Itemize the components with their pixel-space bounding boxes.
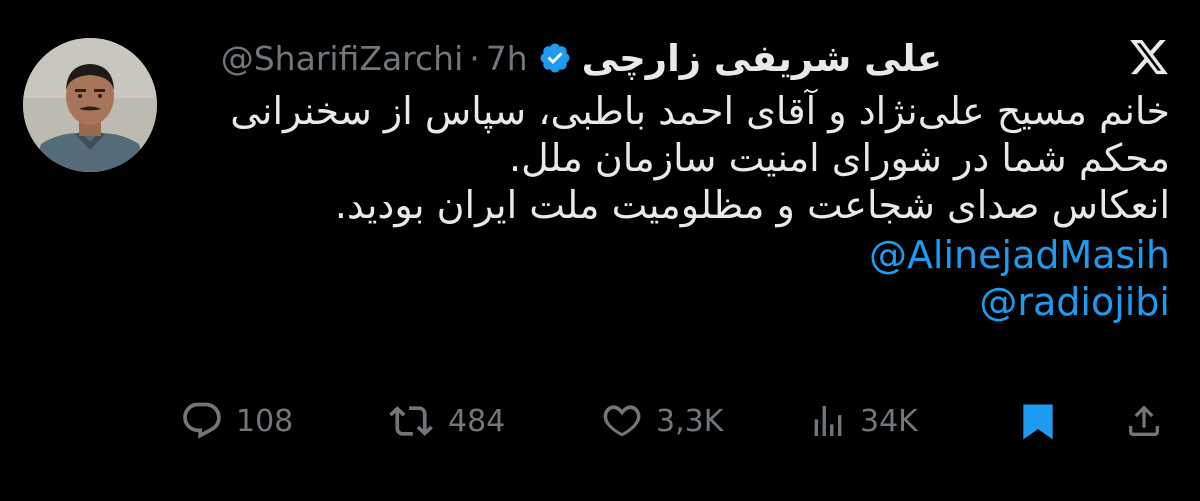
tweet-timestamp[interactable]: 7h [486,39,528,78]
views-chart-icon [814,406,842,436]
tweet-text-line-3: انعکاس صدای شجاعت و مظلومیت ملت ایران بو… [334,183,1170,227]
views-count: 34K [860,403,918,439]
bookmark-button[interactable] [1016,398,1060,444]
verified-badge-icon [540,43,570,73]
retweet-button[interactable]: 484 [386,398,505,444]
tweet-header: @SharifiZarchi · 7h علی شریفی زارچی [221,30,942,86]
share-icon [1129,405,1159,436]
share-button[interactable] [1124,398,1164,444]
tweet-text-line-1: خانم مسیح علی‌نژاد و آقای احمد باطبی، سپ… [230,89,1170,133]
avatar[interactable] [23,38,157,172]
like-count: 3,3K [656,403,724,439]
heart-icon [603,405,641,437]
action-bar: 108 484 3,3K 34K [0,398,1200,444]
tweet-body: خانم مسیح علی‌نژاد و آقای احمد باطبی، سپ… [170,88,1170,326]
tweet-card: @SharifiZarchi · 7h علی شریفی زارچی خانم… [0,0,1200,501]
tweet-text-line-2: محکم شما در شورای امنیت سازمان ملل. [509,136,1170,180]
retweet-icon [389,406,433,436]
bookmark-icon [1023,404,1053,440]
meta-separator: · [469,38,480,78]
user-handle[interactable]: @SharifiZarchi [221,39,464,78]
avatar-photo [23,38,157,172]
retweet-count: 484 [448,403,506,439]
reply-button[interactable]: 108 [180,398,293,444]
reply-count: 108 [236,403,294,439]
mention-link[interactable]: @AlinejadMasih [170,232,1170,279]
tweet-meta: @SharifiZarchi · 7h [221,39,528,78]
display-name[interactable]: علی شریفی زارچی [582,37,942,80]
x-logo-icon[interactable] [1128,36,1170,78]
views-button[interactable]: 34K [808,398,918,444]
reply-icon [183,402,221,439]
like-button[interactable]: 3,3K [600,398,723,444]
mention-link[interactable]: @radiojibi [170,279,1170,326]
